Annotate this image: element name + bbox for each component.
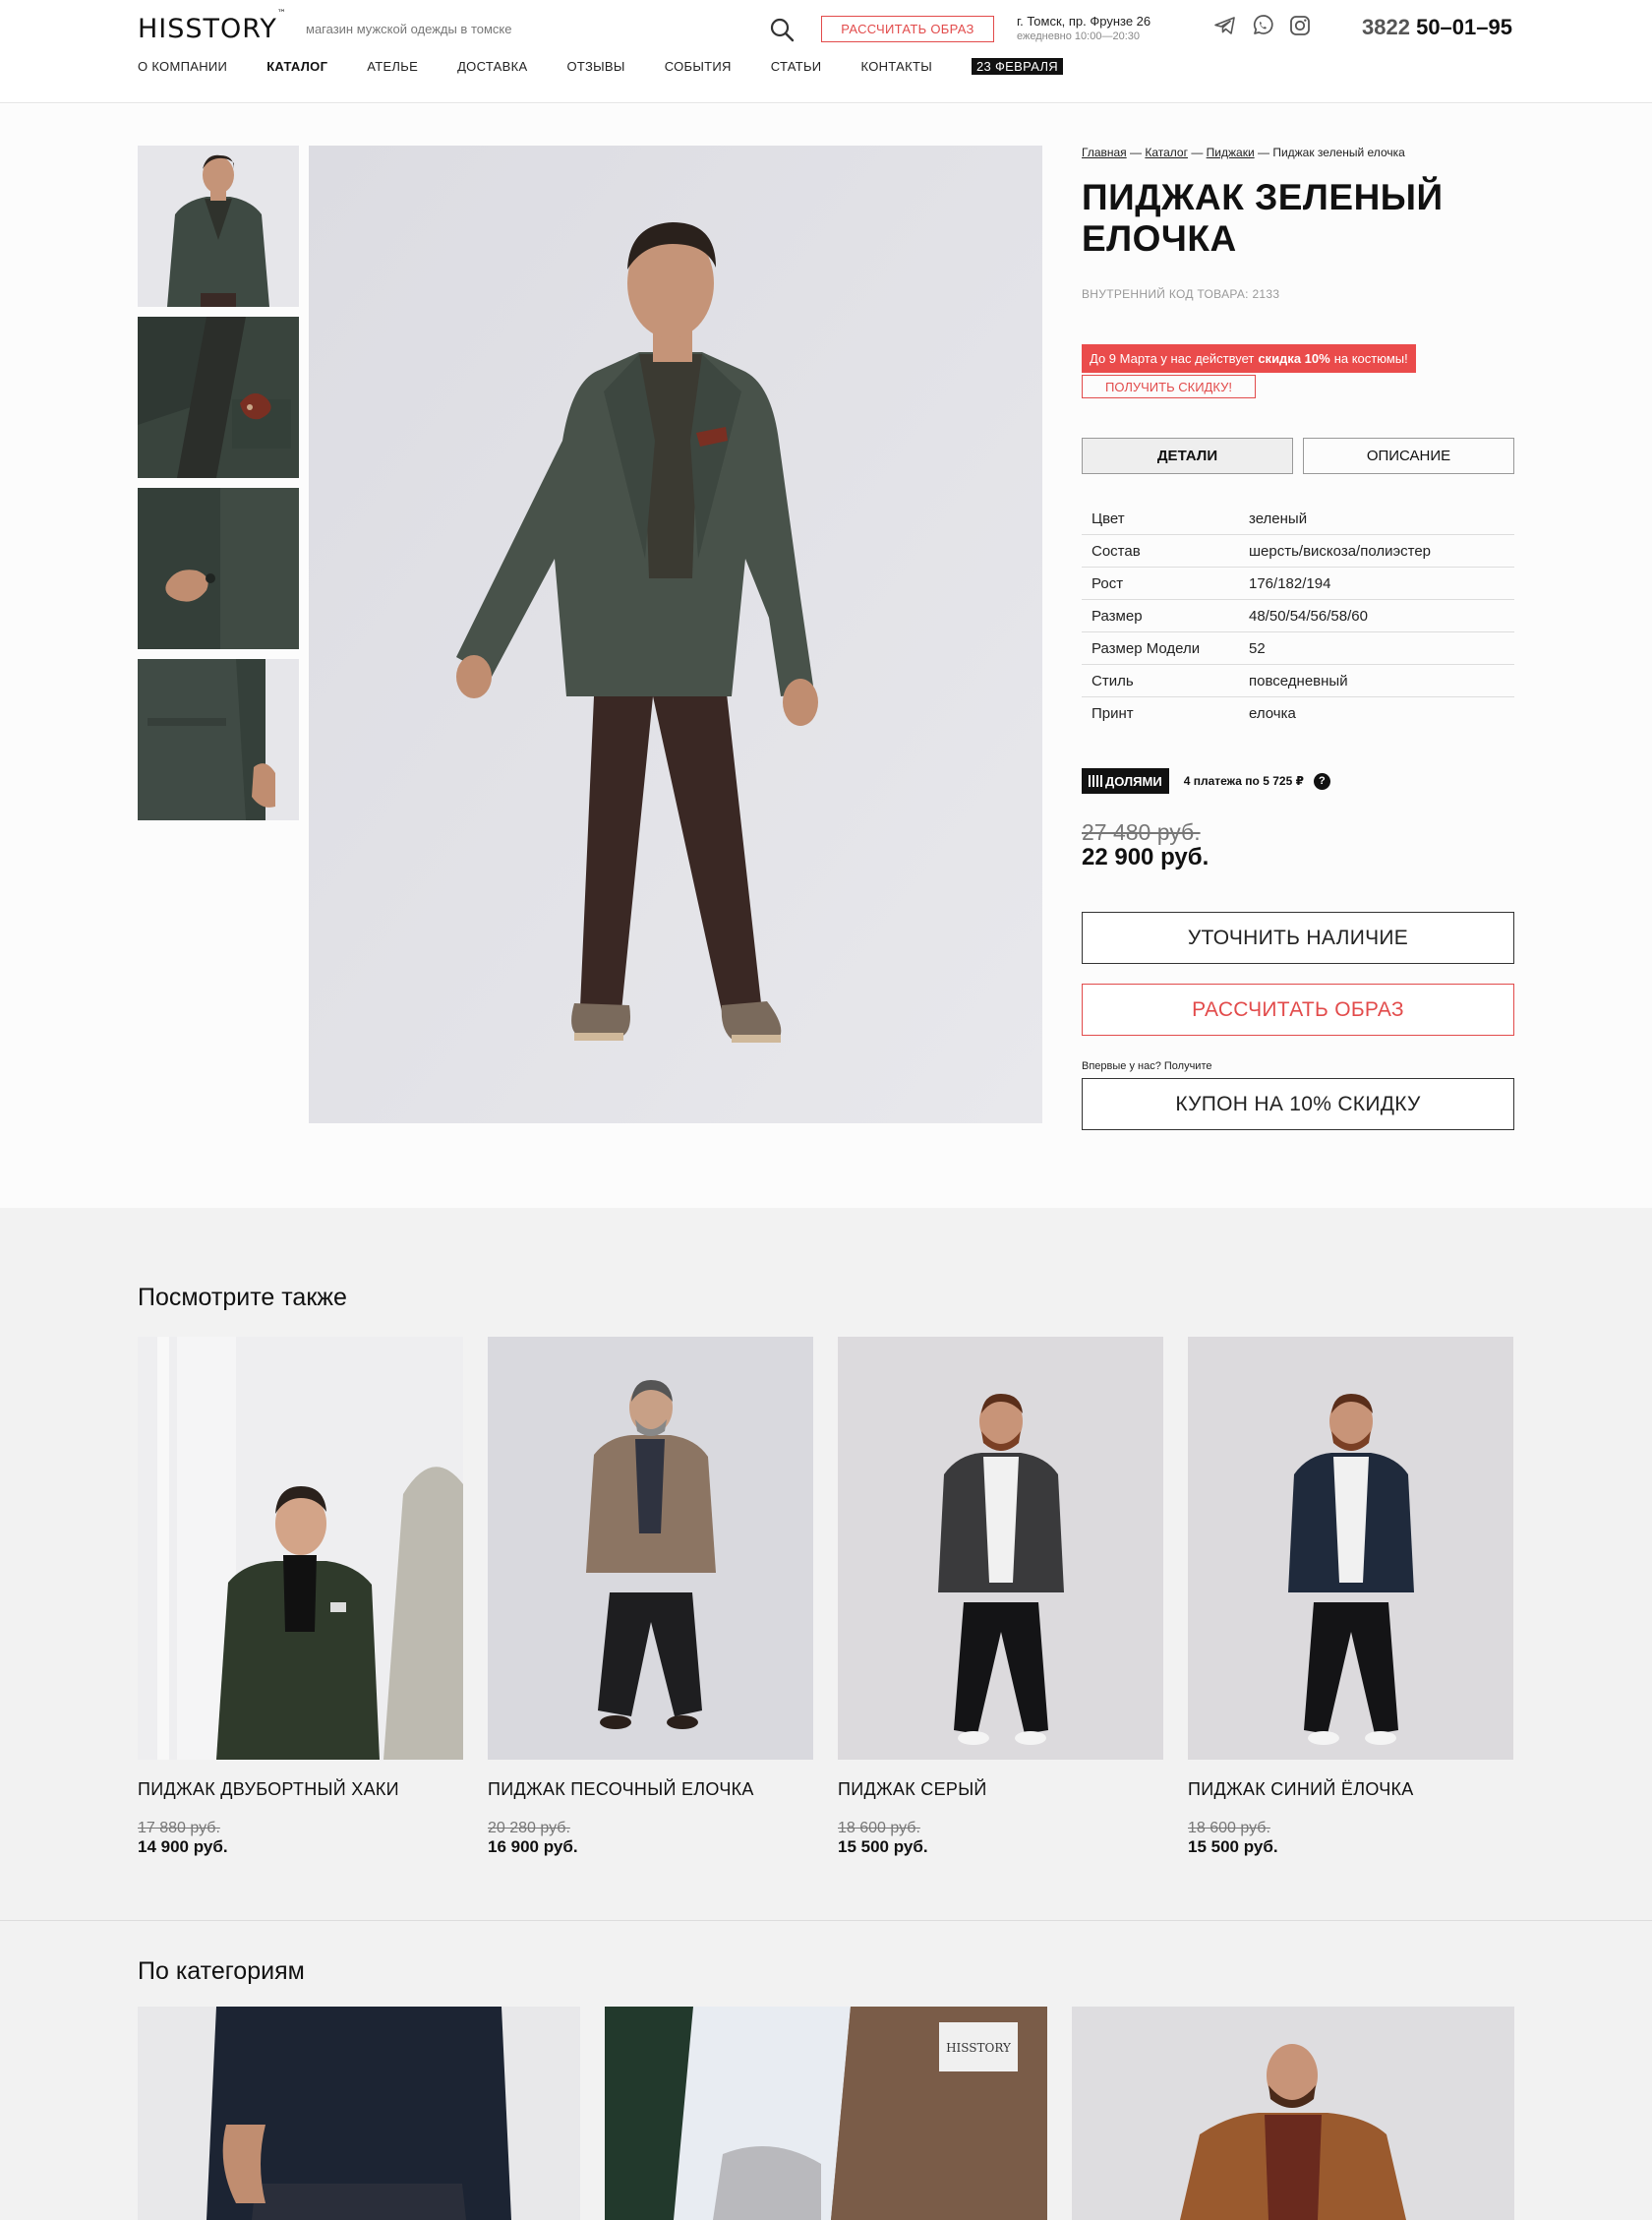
product-card-image[interactable] [138,1337,463,1760]
breadcrumb-catalog[interactable]: Каталог [1145,146,1188,159]
product-card-price: 15 500 руб. [1188,1837,1278,1856]
category-tile-shirts[interactable]: HISSTORY [605,2007,1047,2220]
get-discount-button[interactable]: ПОЛУЧИТЬ СКИДКУ! [1082,375,1256,398]
instagram-icon[interactable] [1288,14,1312,37]
breadcrumb: Главная — Каталог — Пиджаки — Пиджак зел… [1082,146,1405,159]
details-row: Стиль повседневный [1082,665,1514,697]
trademark-mark: ™ [276,9,287,19]
product-card-old-price: 18 600 руб. [1188,1820,1270,1836]
telegram-icon[interactable] [1213,14,1237,37]
phone-number[interactable]: 3822 50–01–95 [1362,15,1512,40]
question-icon[interactable]: ? [1313,772,1330,790]
thumbnail-2[interactable] [138,317,299,478]
thumbnail-3[interactable] [138,488,299,649]
whatsapp-icon[interactable] [1251,14,1274,37]
main-product-photo[interactable] [309,146,1042,1123]
categories-title: По категориям [138,1957,305,1985]
details-row: Рост 176/182/194 [1082,568,1514,600]
nav-item-catalog[interactable]: КАТАЛОГ [266,59,327,75]
breadcrumb-home[interactable]: Главная [1082,146,1127,159]
site-header: HISSTORY™ магазин мужской одежды в томск… [0,0,1652,103]
product-card-image[interactable] [488,1337,813,1760]
product-card-old-price: 17 880 руб. [138,1820,220,1836]
product-title: ПИДЖАК ЗЕЛЕНЫЙ ЕЛОЧКА [1082,177,1444,259]
shirt-label: HISSTORY [946,2041,1012,2055]
product-sku: ВНУТРЕННИЙ КОД ТОВАРА: 2133 [1082,287,1280,301]
product-card[interactable]: ПИДЖАК ДВУБОРТНЫЙ ХАКИ 17 880 руб. 14 90… [138,1337,463,1857]
nav-item-reviews[interactable]: ОТЗЫВЫ [566,59,624,75]
product-card-image[interactable] [1188,1337,1513,1760]
details-row: Принт елочка [1092,705,1296,722]
nav-item-feb23[interactable]: 23 ФЕВРАЛЯ [972,58,1063,75]
product-card-old-price: 20 280 руб. [488,1820,570,1836]
nav-item-events[interactable]: СОБЫТИЯ [665,59,732,75]
category-tile-outerwear[interactable] [1072,2007,1514,2220]
first-visit-note: Впервые у нас? Получите [1082,1060,1212,1072]
details-table: Цвет зеленый Состав шерсть/вискоза/полиэст… [1082,503,1514,730]
old-price: 27 480 руб. [1082,819,1201,845]
product-card-name[interactable]: ПИДЖАК СЕРЫЙ [838,1779,1163,1800]
dolyami-logo: ДОЛЯМИ [1082,768,1169,794]
details-row: Цвет зеленый [1082,503,1514,535]
breadcrumb-jackets[interactable]: Пиджаки [1207,146,1255,159]
installment-info: ДОЛЯМИ 4 платежа по 5 725 ₽ ? [1082,768,1330,794]
promo-banner: До 9 Марта у нас действует скидка 10% на к… [1082,344,1416,373]
details-row: Размер 48/50/54/56/58/60 [1082,600,1514,632]
product-card[interactable]: ПИДЖАК СЕРЫЙ 18 600 руб. 15 500 руб. [838,1337,1163,1857]
installment-text: 4 платежа по 5 725 ₽ [1183,774,1304,788]
store-hours: ежедневно 10:00—20:30 [1017,30,1140,42]
nav-item-delivery[interactable]: ДОСТАВКА [457,59,527,75]
current-price: 22 900 руб. [1082,844,1210,870]
coupon-button[interactable]: КУПОН НА 10% СКИДКУ [1082,1078,1514,1130]
nav-item-articles[interactable]: СТАТЬИ [771,59,822,75]
product-card-name[interactable]: ПИДЖАК ДВУБОРТНЫЙ ХАКИ [138,1779,463,1800]
tagline: магазин мужской одежды в томске [306,22,512,36]
product-card-price: 14 900 руб. [138,1837,228,1856]
tab-details[interactable]: ДЕТАЛИ [1082,438,1293,474]
product-card-name[interactable]: ПИДЖАК ПЕСОЧНЫЙ ЕЛОЧКА [488,1779,813,1800]
header-calc-look-button[interactable]: РАССЧИТАТЬ ОБРАЗ [821,16,994,42]
product-card-name[interactable]: ПИДЖАК СИНИЙ ЁЛОЧКА [1188,1779,1513,1800]
product-card-price: 16 900 руб. [488,1837,578,1856]
nav-item-atelier[interactable]: АТЕЛЬЕ [367,59,418,75]
logo[interactable]: HISSTORY™ [138,9,287,44]
nav-item-about[interactable]: О КОМПАНИИ [138,59,227,75]
product-card-image[interactable] [838,1337,1163,1760]
thumbnail-4[interactable] [138,659,299,820]
details-row: Размер Модели 52 [1082,632,1514,665]
check-availability-button[interactable]: УТОЧНИТЬ НАЛИЧИЕ [1082,912,1514,964]
thumbnail-1[interactable] [138,146,299,307]
tab-description[interactable]: ОПИСАНИЕ [1303,438,1514,474]
see-also-title: Посмотрите также [138,1284,347,1311]
category-tile-knitwear[interactable] [138,2007,580,2220]
search-icon[interactable] [769,17,795,42]
product-card[interactable]: ПИДЖАК СИНИЙ ЁЛОЧКА 18 600 руб. 15 500 р… [1188,1337,1513,1857]
product-card-old-price: 18 600 руб. [838,1820,920,1836]
breadcrumb-current: Пиджак зеленый елочка [1272,146,1405,159]
store-address: г. Томск, пр. Фрунзе 26 [1017,14,1151,29]
product-card[interactable]: ПИДЖАК ПЕСОЧНЫЙ ЕЛОЧКА 20 280 руб. 16 90… [488,1337,813,1857]
dolyami-bars-icon [1089,775,1102,787]
product-card-price: 15 500 руб. [838,1837,928,1856]
social-links [1213,14,1312,37]
calc-look-button[interactable]: РАССЧИТАТЬ ОБРАЗ [1082,984,1514,1036]
main-nav: О КОМПАНИИ КАТАЛОГ АТЕЛЬЕ ДОСТАВКА ОТЗЫВ… [138,58,1102,75]
details-row: Состав шерсть/вискоза/полиэстер [1082,535,1514,568]
nav-item-contacts[interactable]: КОНТАКТЫ [860,59,932,75]
